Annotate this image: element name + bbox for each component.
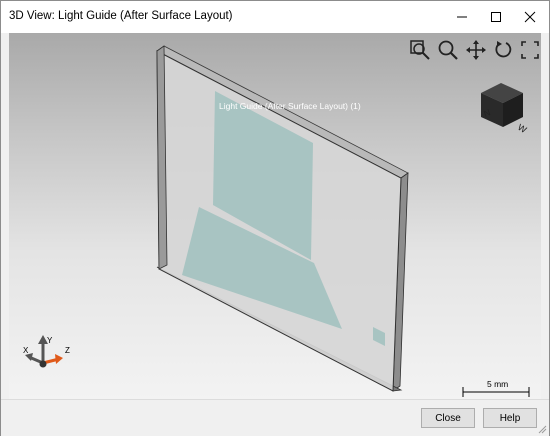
- maximize-button[interactable]: [479, 1, 513, 33]
- object-label: Light Guide (After Surface Layout) (1): [219, 101, 361, 111]
- maximize-icon: [491, 12, 501, 22]
- resize-grip-icon[interactable]: [537, 424, 547, 434]
- close-window-button[interactable]: [513, 1, 547, 33]
- svg-text:W: W: [516, 122, 529, 135]
- close-button[interactable]: Close: [421, 408, 475, 428]
- axis-x-label: X: [23, 346, 29, 355]
- help-button[interactable]: Help: [483, 408, 537, 428]
- axis-triad: Y X Z: [23, 335, 70, 368]
- light-guide-model[interactable]: [9, 33, 541, 399]
- minimize-button[interactable]: [445, 1, 479, 33]
- scale-label: 5 mm: [487, 379, 509, 389]
- axis-z-label: Z: [65, 346, 70, 355]
- zoom-window-icon[interactable]: [409, 39, 431, 61]
- dialog-footer: Close Help: [1, 399, 549, 436]
- dialog-window: 3D View: Light Guide (After Surface Layo…: [0, 0, 550, 436]
- pan-icon[interactable]: [465, 39, 487, 61]
- minimize-icon: [457, 16, 467, 18]
- 3d-viewport[interactable]: Light Guide (After Surface Layout) (1) N…: [9, 33, 541, 399]
- fit-all-icon[interactable]: [519, 39, 541, 61]
- close-icon: [524, 11, 536, 23]
- axis-y-label: Y: [47, 336, 53, 345]
- zoom-icon[interactable]: [437, 39, 459, 61]
- rotate-icon[interactable]: [493, 39, 515, 61]
- view-cube[interactable]: N W: [471, 77, 531, 141]
- window-title: 3D View: Light Guide (After Surface Layo…: [9, 10, 233, 22]
- title-bar[interactable]: 3D View: Light Guide (After Surface Layo…: [1, 1, 549, 33]
